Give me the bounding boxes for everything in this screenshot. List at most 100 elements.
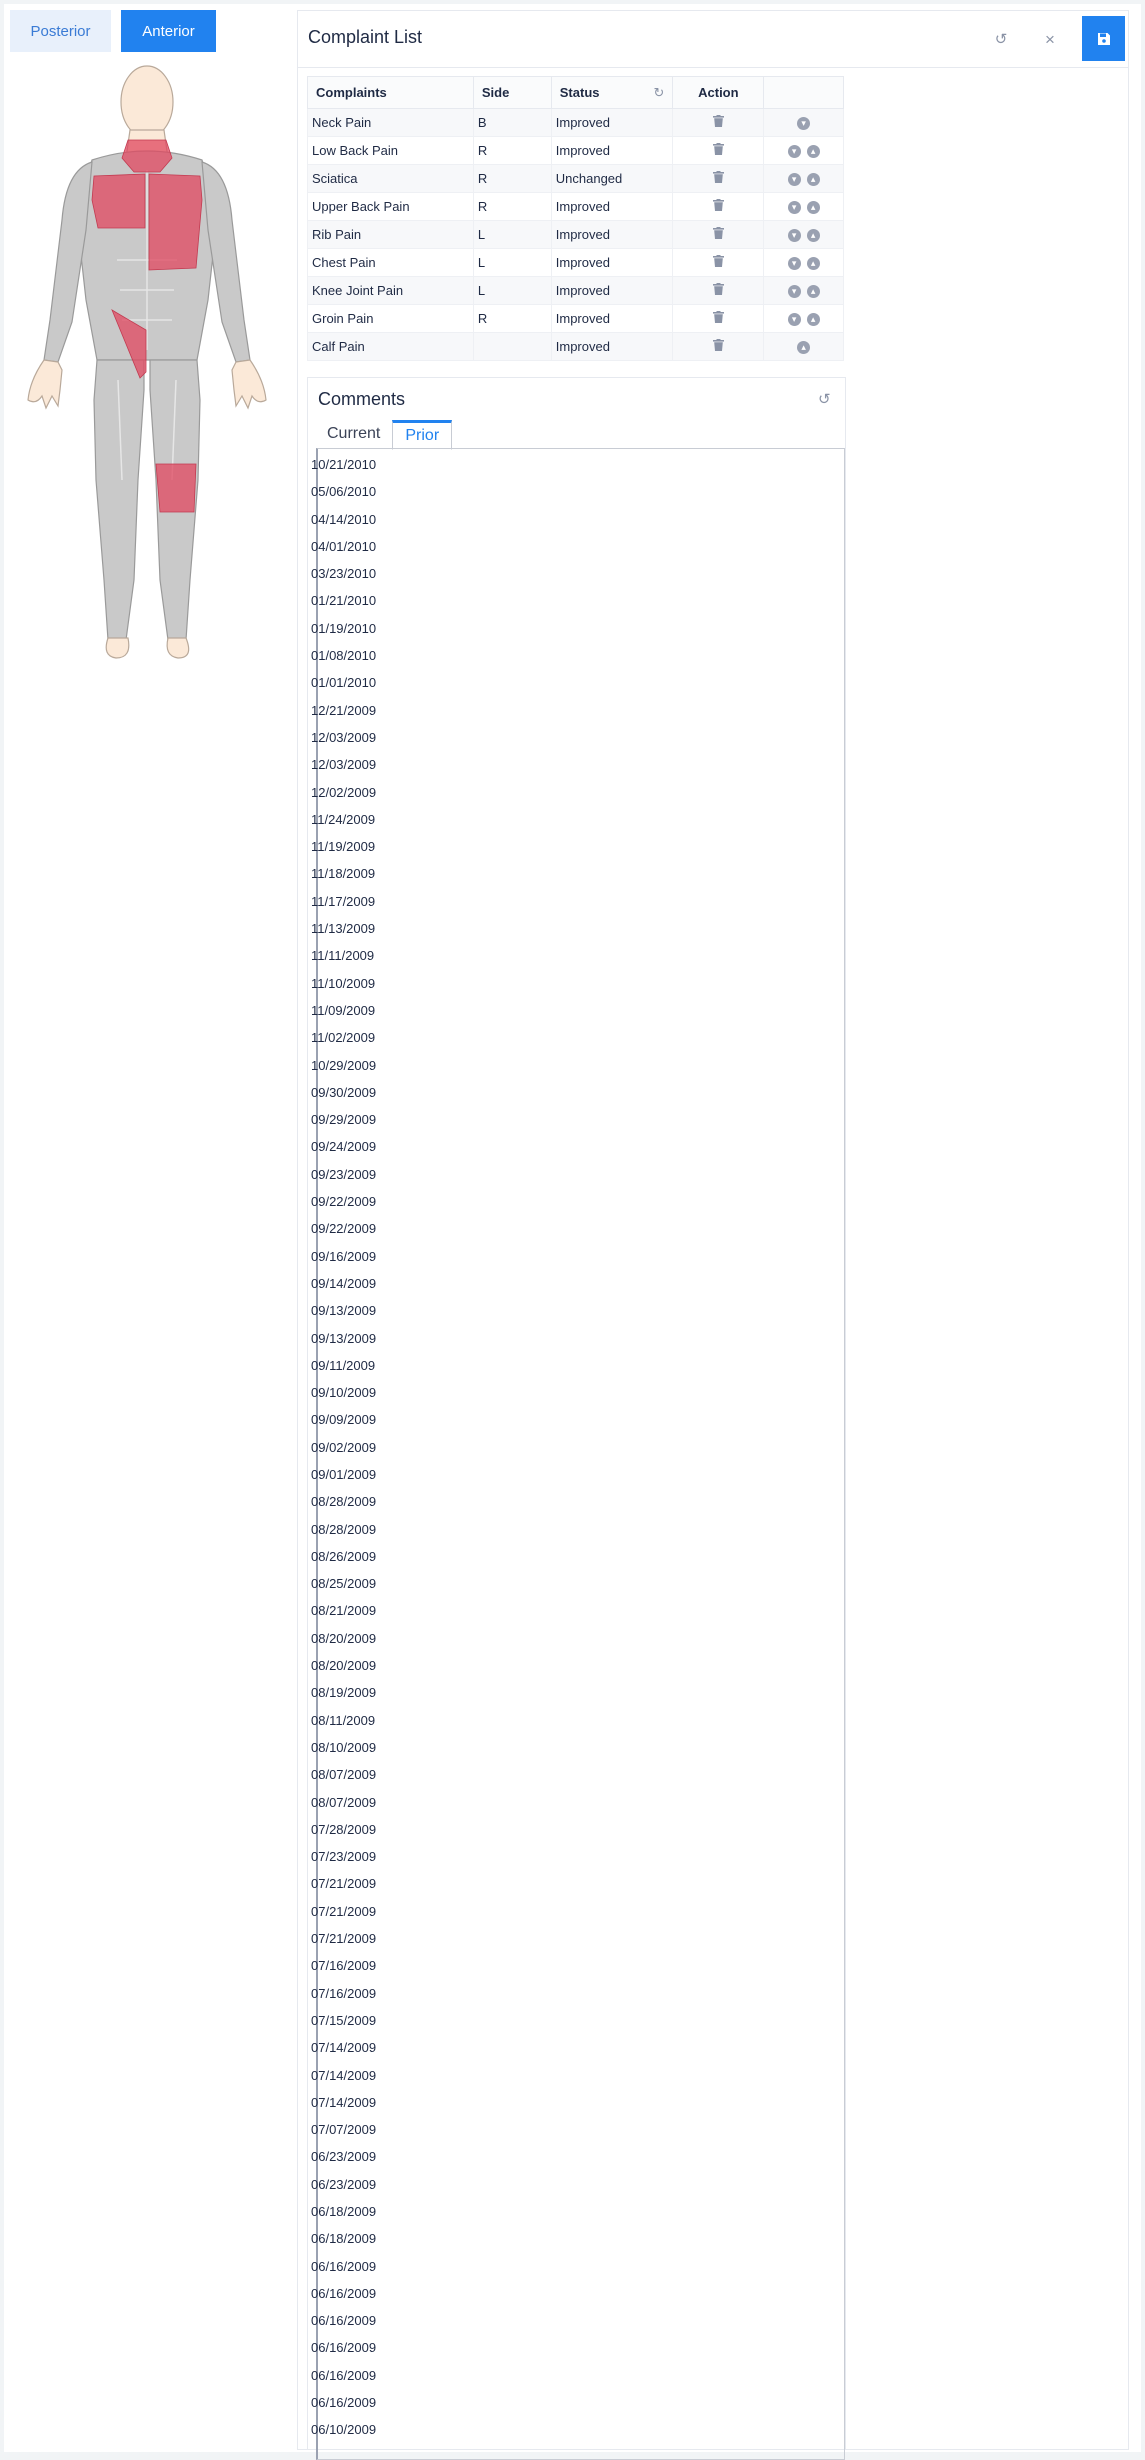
- list-item[interactable]: 09/11/2009: [311, 1352, 376, 1379]
- prior-comments-box[interactable]: [316, 448, 845, 2460]
- list-item[interactable]: 09/16/2009: [311, 1243, 376, 1270]
- trash-icon[interactable]: [712, 115, 724, 127]
- list-item[interactable]: 12/03/2009: [311, 751, 376, 778]
- list-item[interactable]: 06/16/2009: [311, 2280, 376, 2307]
- list-item[interactable]: 03/23/2010: [311, 560, 376, 587]
- trash-icon[interactable]: [712, 283, 724, 295]
- list-item[interactable]: 11/17/2009: [311, 888, 376, 915]
- chevron-down-icon[interactable]: ▾: [787, 313, 801, 327]
- list-item[interactable]: 12/02/2009: [311, 779, 376, 806]
- refresh-icon[interactable]: ↻: [653, 85, 664, 101]
- list-item[interactable]: 09/09/2009: [311, 1406, 376, 1433]
- posterior-button[interactable]: Posterior: [10, 10, 111, 52]
- list-item[interactable]: 09/13/2009: [311, 1297, 376, 1324]
- list-item[interactable]: 06/23/2009: [311, 2171, 376, 2198]
- list-item[interactable]: 08/20/2009: [311, 1625, 376, 1652]
- list-item[interactable]: 09/10/2009: [311, 1379, 376, 1406]
- list-item[interactable]: 07/23/2009: [311, 1843, 376, 1870]
- list-item[interactable]: 07/28/2009: [311, 1816, 376, 1843]
- chevron-up-icon[interactable]: ▴: [806, 257, 820, 271]
- trash-icon[interactable]: [712, 311, 724, 323]
- list-item[interactable]: 08/20/2009: [311, 1652, 376, 1679]
- list-item[interactable]: 08/28/2009: [311, 1488, 376, 1515]
- chevron-down-icon[interactable]: ▾: [787, 257, 801, 271]
- list-item[interactable]: 09/02/2009: [311, 1434, 376, 1461]
- chevron-up-icon[interactable]: ▴: [806, 313, 820, 327]
- save-button[interactable]: [1082, 16, 1125, 61]
- table-row[interactable]: Sciatica R Unchanged ▾ ▴: [307, 164, 844, 193]
- cell-status[interactable]: Improved: [550, 108, 674, 137]
- list-item[interactable]: 07/15/2009: [311, 2007, 376, 2034]
- list-item[interactable]: 10/21/2010: [311, 451, 376, 478]
- trash-icon[interactable]: [712, 171, 724, 183]
- trash-icon[interactable]: [712, 199, 724, 211]
- list-item[interactable]: 07/14/2009: [311, 2034, 376, 2061]
- list-item[interactable]: 01/19/2010: [311, 615, 376, 642]
- table-row[interactable]: Knee Joint Pain L Improved ▾ ▴: [307, 276, 844, 305]
- trash-icon[interactable]: [712, 339, 724, 351]
- table-row[interactable]: Rib Pain L Improved ▾ ▴: [307, 220, 844, 249]
- list-item[interactable]: 04/01/2010: [311, 533, 376, 560]
- list-item[interactable]: 06/16/2009: [311, 2362, 376, 2389]
- list-item[interactable]: 11/18/2009: [311, 860, 376, 887]
- list-item[interactable]: 06/18/2009: [311, 2198, 376, 2225]
- chevron-down-icon[interactable]: ▾: [797, 117, 811, 131]
- cell-status[interactable]: Improved: [550, 276, 674, 305]
- list-item[interactable]: 08/21/2009: [311, 1597, 376, 1624]
- list-item[interactable]: 11/24/2009: [311, 806, 376, 833]
- list-item[interactable]: 09/01/2009: [311, 1461, 376, 1488]
- list-item[interactable]: 08/11/2009: [311, 1707, 376, 1734]
- list-item[interactable]: 11/13/2009: [311, 915, 376, 942]
- list-item[interactable]: 11/19/2009: [311, 833, 376, 860]
- list-item[interactable]: 01/21/2010: [311, 587, 376, 614]
- chevron-down-icon[interactable]: ▾: [787, 201, 801, 215]
- close-icon[interactable]: ×: [1039, 29, 1061, 51]
- tab-prior[interactable]: Prior: [392, 420, 453, 450]
- list-item[interactable]: 06/10/2009: [311, 2416, 376, 2443]
- list-item[interactable]: 06/23/2009: [311, 2143, 376, 2170]
- list-item[interactable]: 09/23/2009: [311, 1161, 376, 1188]
- list-item[interactable]: 12/03/2009: [311, 724, 376, 751]
- chevron-down-icon[interactable]: ▾: [787, 173, 801, 187]
- list-item[interactable]: 08/19/2009: [311, 1679, 376, 1706]
- list-item[interactable]: 07/21/2009: [311, 1898, 376, 1925]
- list-item[interactable]: 07/07/2009: [311, 2116, 376, 2143]
- list-item[interactable]: 10/29/2009: [311, 1052, 376, 1079]
- cell-status[interactable]: Improved: [550, 220, 674, 249]
- comments-undo-icon[interactable]: ↺: [818, 390, 831, 408]
- trash-icon[interactable]: [712, 143, 724, 155]
- cell-status[interactable]: Improved: [550, 192, 674, 221]
- trash-icon[interactable]: [712, 255, 724, 267]
- list-item[interactable]: 09/24/2009: [311, 1133, 376, 1160]
- list-item[interactable]: 08/07/2009: [311, 1789, 376, 1816]
- list-item[interactable]: 07/14/2009: [311, 2062, 376, 2089]
- tab-current[interactable]: Current: [315, 420, 392, 448]
- table-row[interactable]: Calf Pain Improved ▴: [307, 332, 844, 361]
- list-item[interactable]: 07/16/2009: [311, 1952, 376, 1979]
- list-item[interactable]: 08/07/2009: [311, 1761, 376, 1788]
- list-item[interactable]: 07/21/2009: [311, 1870, 376, 1897]
- list-item[interactable]: 11/09/2009: [311, 997, 376, 1024]
- trash-icon[interactable]: [712, 227, 724, 239]
- undo-icon[interactable]: ↺: [990, 29, 1012, 51]
- chevron-up-icon[interactable]: ▴: [806, 145, 820, 159]
- list-item[interactable]: 09/13/2009: [311, 1325, 376, 1352]
- list-item[interactable]: 04/14/2010: [311, 506, 376, 533]
- chevron-down-icon[interactable]: ▾: [787, 229, 801, 243]
- chevron-up-icon[interactable]: ▴: [806, 201, 820, 215]
- table-row[interactable]: Groin Pain R Improved ▾ ▴: [307, 304, 844, 333]
- list-item[interactable]: 01/01/2010: [311, 669, 376, 696]
- list-item[interactable]: 05/06/2010: [311, 478, 376, 505]
- list-item[interactable]: 09/22/2009: [311, 1188, 376, 1215]
- chevron-up-icon[interactable]: ▴: [806, 285, 820, 299]
- list-item[interactable]: 06/16/2009: [311, 2307, 376, 2334]
- cell-status[interactable]: Unchanged: [550, 164, 674, 193]
- chevron-down-icon[interactable]: ▾: [787, 285, 801, 299]
- list-item[interactable]: 01/08/2010: [311, 642, 376, 669]
- chevron-up-icon[interactable]: ▴: [806, 173, 820, 187]
- list-item[interactable]: 08/28/2009: [311, 1516, 376, 1543]
- list-item[interactable]: 12/21/2009: [311, 697, 376, 724]
- list-item[interactable]: 06/16/2009: [311, 2253, 376, 2280]
- list-item[interactable]: 09/22/2009: [311, 1215, 376, 1242]
- chevron-up-icon[interactable]: ▴: [806, 229, 820, 243]
